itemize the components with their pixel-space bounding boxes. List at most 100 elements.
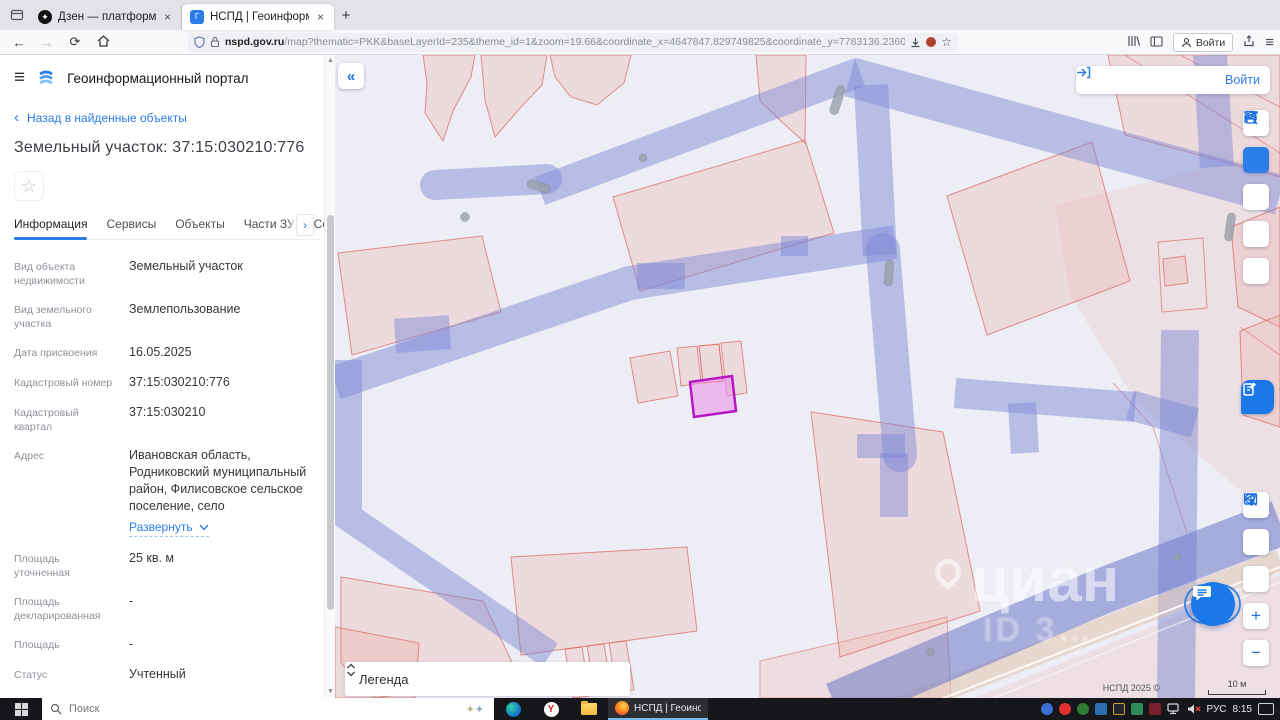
scroll-up-icon[interactable]: ▲: [325, 55, 335, 67]
tray-icon[interactable]: [1040, 703, 1053, 715]
close-tab-icon[interactable]: ×: [162, 10, 173, 24]
tabs-scroll-arrow[interactable]: ›: [296, 214, 314, 236]
attribute-list: Вид объекта недвижимости Земельный участо…: [14, 258, 320, 698]
active-app-tile[interactable]: НСПД | Геоинформа...: [608, 698, 708, 720]
field-label: Кадастровый квартал: [14, 407, 79, 433]
tray-icon[interactable]: [1130, 703, 1143, 715]
list-all-tabs-icon[interactable]: [4, 2, 30, 28]
tab-information[interactable]: Информация: [14, 217, 88, 240]
tray-icon[interactable]: [1076, 703, 1089, 715]
library-icon[interactable]: [1127, 35, 1140, 50]
explorer-taskbar-icon[interactable]: [570, 698, 608, 720]
menu-icon[interactable]: ≡: [1265, 34, 1274, 51]
field-value: 37:15:030210:776: [129, 375, 230, 389]
chevron-down-icon: [199, 524, 209, 531]
legend-expand-icon: [346, 663, 356, 677]
minimap-button[interactable]: [1243, 493, 1269, 555]
field-label: Кадастровый номер: [14, 377, 113, 389]
account-login-button[interactable]: Войти: [1172, 33, 1234, 52]
nspd-favicon: Г: [190, 10, 204, 24]
feedback-widget-button[interactable]: [1241, 380, 1274, 414]
notification-center-icon[interactable]: [1258, 703, 1274, 715]
field-value: Земельный участок: [129, 259, 243, 273]
yandex-taskbar-icon[interactable]: Y: [532, 698, 570, 720]
map-viewport[interactable]: циан ID 3… « Войти + − Легенда НСПД 2025…: [335, 55, 1280, 698]
chat-assistant-button[interactable]: [1175, 575, 1250, 633]
edge-taskbar-icon[interactable]: [494, 698, 532, 720]
share-map-button[interactable]: [1243, 111, 1269, 247]
search-input[interactable]: [69, 703, 459, 715]
save-page-icon[interactable]: [910, 37, 921, 48]
new-tab-button[interactable]: +: [334, 4, 358, 28]
tab-parts[interactable]: Части ЗУ: [244, 217, 295, 231]
field-row: Кадастровый номер 37:15:030210:776: [14, 374, 320, 391]
tray-icon[interactable]: [1112, 703, 1125, 715]
field-value: -: [129, 594, 134, 608]
selected-parcel[interactable]: [688, 374, 738, 419]
scrollbar-thumb[interactable]: [327, 215, 334, 610]
back-to-results-link[interactable]: ‹ Назад в найденные объекты: [14, 110, 320, 125]
system-tray: РУС 8:15: [1040, 698, 1280, 720]
measure-ruler-button[interactable]: [1243, 114, 1269, 173]
browser-tab-dzen[interactable]: ✦ Дзен — платформа для просм ×: [30, 4, 182, 30]
field-value: 25 кв. м: [129, 551, 175, 565]
field-value: Учтенный: [129, 667, 186, 681]
network-icon[interactable]: [1166, 703, 1181, 715]
parcel-title: Земельный участок: 37:15:030210:776: [14, 139, 305, 156]
browser-toolbar: ← → ⟳ nspd.gov.ru/map?thematic=PKK&baseL…: [0, 30, 1280, 55]
close-tab-icon[interactable]: ×: [315, 10, 326, 24]
select-area-button[interactable]: [1243, 111, 1269, 210]
url-bar[interactable]: nspd.gov.ru/map?thematic=PKK&baseLayerId…: [188, 32, 958, 52]
portal-logo-icon: [39, 70, 53, 85]
tray-icon[interactable]: [1058, 703, 1071, 715]
tracking-shield-icon[interactable]: [194, 36, 205, 48]
map-canvas[interactable]: [335, 55, 1280, 698]
start-button[interactable]: [0, 698, 42, 720]
field-value: Землепользование: [129, 302, 241, 316]
tab-objects[interactable]: Объекты: [175, 217, 225, 231]
bookmark-star-icon[interactable]: ☆: [941, 35, 952, 49]
desktop: ✦ Дзен — платформа для просм × Г НСПД | …: [0, 0, 1280, 720]
map-login-button[interactable]: Войти: [1076, 66, 1270, 94]
volume-muted-icon[interactable]: [1187, 703, 1201, 715]
legend-bar[interactable]: Легенда: [345, 662, 630, 696]
tray-icon[interactable]: [1148, 703, 1161, 715]
field-label: Статус: [14, 669, 48, 681]
zoom-out-button[interactable]: −: [1243, 640, 1269, 666]
zoom-in-button[interactable]: +: [1243, 603, 1269, 629]
portal-menu-icon[interactable]: ≡: [14, 67, 25, 89]
back-icon[interactable]: ←: [8, 35, 30, 50]
chat-bubble-icon: [1191, 582, 1235, 626]
favorite-star-icon[interactable]: ☆: [14, 171, 44, 201]
extension-icon[interactable]: [926, 37, 937, 47]
print-button[interactable]: [1243, 110, 1269, 284]
taskbar-search[interactable]: ✦✦: [42, 698, 494, 720]
language-indicator[interactable]: РУС: [1207, 704, 1227, 715]
home-icon[interactable]: [92, 34, 114, 50]
map-tools-top: [1243, 110, 1269, 284]
field-label: Площадь: [14, 639, 60, 651]
portal-title: Геоинформационный портал: [67, 70, 249, 86]
tray-icon[interactable]: [1094, 703, 1107, 715]
field-label: Площадь декларированная: [14, 596, 101, 622]
browser-tab-nspd[interactable]: Г НСПД | Геоинформационный ×: [182, 4, 334, 30]
sidebar-icon[interactable]: [1150, 35, 1163, 50]
field-row: Площадь уточненная 25 кв. м: [14, 550, 320, 580]
field-row: Дата присвоения 16.05.2025: [14, 344, 320, 361]
field-value: 16.05.2025: [129, 345, 192, 359]
scroll-down-icon[interactable]: ▼: [325, 686, 335, 698]
field-row: Площадь декларированная -: [14, 593, 320, 623]
coordinate-search-button[interactable]: [1243, 493, 1269, 592]
forward-icon[interactable]: →: [36, 35, 58, 50]
collapse-panel-button[interactable]: «: [338, 63, 364, 89]
panel-scrollbar[interactable]: ▲ ▼: [324, 55, 335, 698]
field-row: Статус Учтенный: [14, 666, 320, 683]
address-expand-link[interactable]: Развернуть: [129, 519, 209, 537]
url-text: nspd.gov.ru/map?thematic=PKK&baseLayerId…: [225, 36, 906, 48]
browser-tabstrip: ✦ Дзен — платформа для просм × Г НСПД | …: [0, 0, 1280, 30]
windows-logo-icon: [14, 702, 28, 716]
reload-icon[interactable]: ⟳: [64, 34, 86, 50]
share-icon[interactable]: [1243, 35, 1255, 50]
clock[interactable]: 8:15: [1233, 704, 1252, 715]
tab-services[interactable]: Сервисы: [106, 217, 156, 231]
